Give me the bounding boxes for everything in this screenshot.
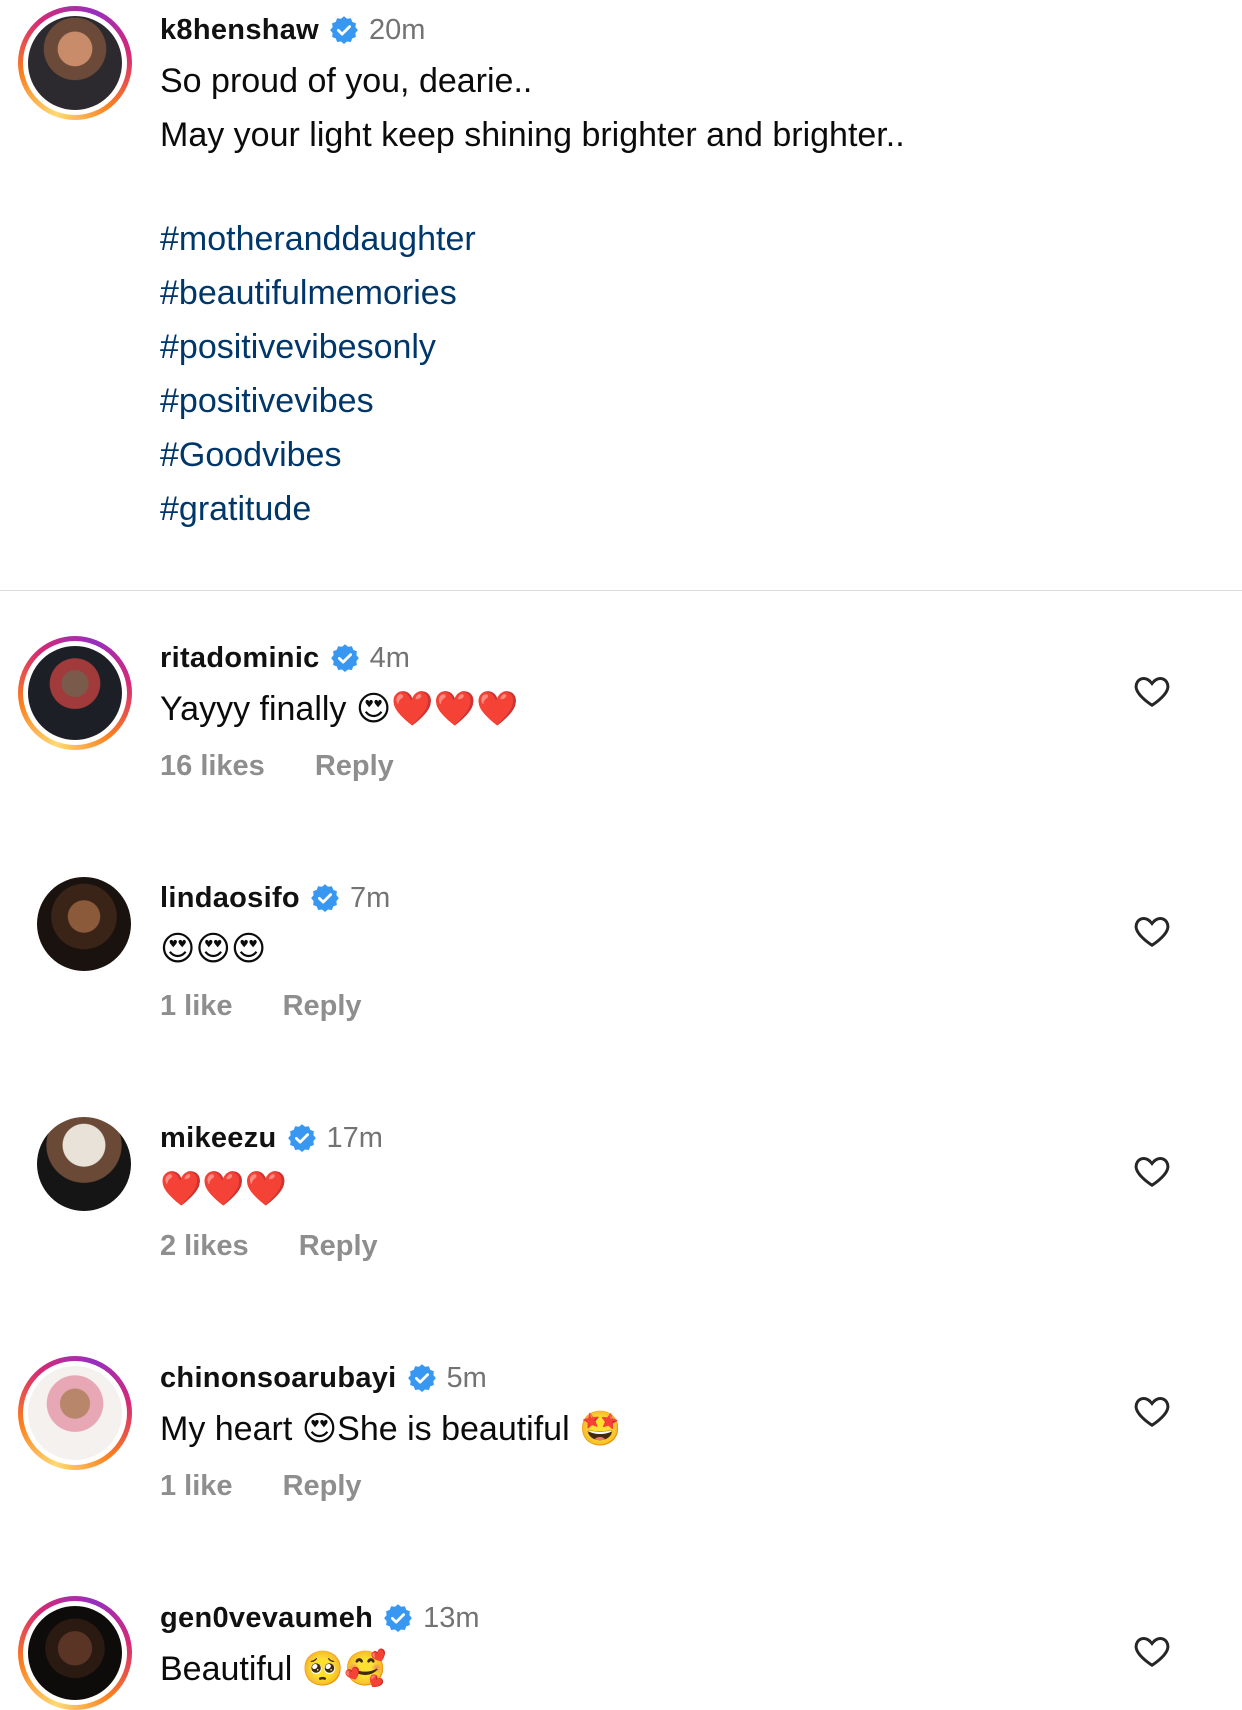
verified-badge-icon <box>330 644 359 672</box>
comment-avatar[interactable] <box>37 877 131 971</box>
likes-count[interactable]: 1 like <box>160 1470 233 1503</box>
likes-count[interactable]: 1 like <box>160 990 233 1023</box>
comment-item: gen0vevaumeh 13m Beautiful 🥺🥰 <box>160 1598 1132 1696</box>
caption-avatar[interactable] <box>18 6 132 120</box>
verified-badge-icon <box>330 16 358 44</box>
caption-line-1: So proud of you, dearie.. <box>160 62 533 100</box>
reply-button[interactable]: Reply <box>283 990 362 1023</box>
comment-username[interactable]: lindaosifo <box>160 882 300 915</box>
comment-item: chinonsoarubayi 5m My heart 😍She is beau… <box>160 1358 1132 1503</box>
caption-line-2: May your light keep shining brighter and… <box>160 116 905 154</box>
comment-username[interactable]: gen0vevaumeh <box>160 1602 373 1635</box>
comment-text: Beautiful 🥺🥰 <box>160 1650 387 1688</box>
comment-avatar[interactable] <box>18 636 132 750</box>
hashtag-link[interactable]: #motheranddaughter <box>160 212 1132 266</box>
hashtag-link[interactable]: #positivevibes <box>160 374 1132 428</box>
verified-badge-icon <box>287 1124 316 1152</box>
reply-button[interactable]: Reply <box>315 750 394 783</box>
comment-item: mikeezu 17m ❤️❤️❤️ 2 likes Reply <box>160 1118 1132 1263</box>
likes-count[interactable]: 2 likes <box>160 1230 249 1263</box>
caption-username[interactable]: k8henshaw <box>160 14 319 47</box>
comment-username[interactable]: chinonsoarubayi <box>160 1362 397 1395</box>
hashtag-link[interactable]: #beautifulmemories <box>160 266 1132 320</box>
comment-username[interactable]: mikeezu <box>160 1122 277 1155</box>
hashtag-link[interactable]: #Goodvibes <box>160 428 1132 482</box>
comment-text: Yayyy finally 😍❤️❤️❤️ <box>160 690 519 728</box>
comment-avatar[interactable] <box>37 1117 131 1211</box>
reply-button[interactable]: Reply <box>283 1470 362 1503</box>
heart-outline-icon[interactable] <box>1132 1151 1172 1191</box>
comment-time: 7m <box>349 881 391 914</box>
comment-avatar[interactable] <box>18 1356 132 1470</box>
comment-text: My heart 😍She is beautiful 🤩 <box>160 1410 622 1448</box>
hashtag-link[interactable]: #positivevibesonly <box>160 320 1132 374</box>
comment-time: 13m <box>423 1601 480 1634</box>
comment-username[interactable]: ritadominic <box>160 642 320 675</box>
caption: k8henshaw 20m So proud of you, dearie.. … <box>160 10 1132 536</box>
comment-time: 5m <box>446 1361 487 1394</box>
comment-text: ❤️❤️❤️ <box>160 1170 288 1208</box>
comment-item: ritadominic 4m Yayyy finally 😍❤️❤️❤️ 16 … <box>160 638 1132 783</box>
likes-count[interactable]: 16 likes <box>160 750 265 783</box>
hashtag-link[interactable]: #gratitude <box>160 482 1132 536</box>
comment-time: 4m <box>369 641 410 674</box>
heart-outline-icon[interactable] <box>1132 1631 1172 1671</box>
verified-badge-icon <box>407 1364 436 1392</box>
comment-text: 😍😍😍 <box>160 930 267 968</box>
caption-time: 20m <box>369 13 426 46</box>
comment-item: lindaosifo 7m 😍😍😍 1 like Reply <box>160 878 1132 1023</box>
reply-button[interactable]: Reply <box>299 1230 378 1263</box>
verified-badge-icon <box>311 884 339 912</box>
divider <box>0 590 1242 591</box>
comment-avatar[interactable] <box>18 1596 132 1710</box>
comments-screen: k8henshaw 20m So proud of you, dearie.. … <box>0 0 1242 1710</box>
heart-outline-icon[interactable] <box>1132 911 1172 951</box>
heart-outline-icon[interactable] <box>1132 671 1172 711</box>
comment-time: 17m <box>326 1121 383 1154</box>
heart-outline-icon[interactable] <box>1132 1391 1172 1431</box>
verified-badge-icon <box>384 1604 413 1632</box>
